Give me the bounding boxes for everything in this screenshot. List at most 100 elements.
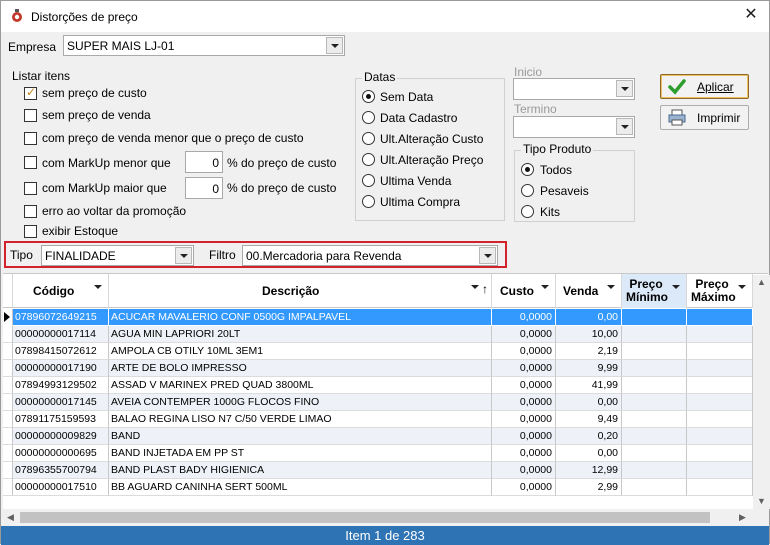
row-indicator [3,445,13,462]
radio-ult-alteracao-custo[interactable] [362,132,375,145]
chevron-down-icon[interactable] [479,247,496,264]
radio-todos-label: Todos [540,163,573,177]
col-venda-header[interactable]: Venda [556,274,622,308]
radio-selected-icon [366,94,371,99]
chevron-down-icon[interactable] [616,118,633,135]
col-descricao-label: Descrição [262,284,320,298]
markup-maior-value: 0 [212,182,219,196]
cell-preco-maximo [687,377,753,394]
cell-preco-maximo [687,479,753,496]
markup-maior-input[interactable]: 0 [185,177,223,199]
row-indicator [3,411,13,428]
cell-venda: 2,99 [556,479,622,496]
col-codigo-header[interactable]: Código [13,274,109,308]
termino-date-picker[interactable] [513,116,635,138]
radio-data-cadastro[interactable] [362,111,375,124]
sem-preco-venda-checkbox[interactable] [24,109,37,122]
exibir-estoque-checkbox[interactable] [24,225,37,238]
col-custo-header[interactable]: Custo [492,274,556,308]
cell-custo: 0,0000 [492,326,556,343]
radio-todos[interactable] [521,163,534,176]
close-button[interactable]: ✕ [741,6,761,26]
check-icon [668,79,686,95]
radio-ult-alteracao-preco[interactable] [362,153,375,166]
horizontal-scrollbar[interactable]: ◀ ▶ [3,509,753,526]
inicio-date-picker[interactable] [513,78,635,100]
chevron-down-icon[interactable] [616,80,633,97]
col-preco-minimo-label: Preço Mínimo [626,278,668,304]
radio-sem-data[interactable] [362,90,375,103]
cell-custo: 0,0000 [492,479,556,496]
scroll-down-icon[interactable]: ▼ [757,496,766,506]
cell-codigo: 00000000017510 [13,479,109,496]
venda-menor-custo-checkbox[interactable] [24,132,37,145]
cell-custo: 0,0000 [492,309,556,326]
radio-sem-data-label: Sem Data [380,90,434,104]
col-preco-maximo-header[interactable]: Preço Máximo [687,274,753,308]
markup-menor-input[interactable]: 0 [185,151,223,173]
markup-menor-checkbox[interactable] [24,156,37,169]
tipo-value: FINALIDADE [45,249,116,263]
chevron-down-icon[interactable] [175,247,192,264]
cell-custo: 0,0000 [492,428,556,445]
col-preco-maximo-label: Preço Máximo [691,278,736,304]
cell-venda: 10,00 [556,326,622,343]
radio-ultima-compra[interactable] [362,195,375,208]
table-row[interactable]: 00000000017510 BB AGUARD CANINHA SERT 500… [3,479,768,496]
vertical-scrollbar[interactable]: ▲ ▼ [753,275,770,509]
cell-descricao: BALAO REGINA LISO N7 C/50 VERDE LIMAO [109,411,492,428]
empresa-select[interactable]: SUPER MAIS LJ-01 [63,35,345,56]
table-row[interactable]: 00000000009829 BAND 0,0000 0,20 [3,428,768,445]
row-indicator [3,343,13,360]
imprimir-button[interactable]: Imprimir [660,105,749,130]
filtro-value: 00.Mercadoria para Revenda [246,249,402,263]
col-preco-minimo-header[interactable]: Preço Mínimo [622,274,687,308]
scroll-up-icon[interactable]: ▲ [757,277,766,287]
sem-preco-custo-checkbox[interactable]: ✓ [24,85,37,100]
horizontal-scroll-thumb[interactable] [20,512,710,523]
radio-kits[interactable] [521,205,534,218]
scroll-left-icon[interactable]: ◀ [7,512,14,523]
tipo-select[interactable]: FINALIDADE [41,245,194,266]
radio-pesaveis[interactable] [521,184,534,197]
filtro-select[interactable]: 00.Mercadoria para Revenda [242,245,498,266]
table-row[interactable]: 07898415072612 AMPOLA CB OTILY 10ML 3EM1 0… [3,343,768,360]
datas-title: Datas [362,70,398,84]
row-indicator [3,428,13,445]
table-row[interactable]: 07891175159593 BALAO REGINA LISO N7 C/50 … [3,411,768,428]
sort-arrow-icon [672,285,680,303]
erro-promocao-label: erro ao voltar da promoção [42,204,187,218]
cell-preco-minimo [622,309,687,326]
col-descricao-header[interactable]: Descrição ↑ [109,274,492,308]
cell-venda: 9,49 [556,411,622,428]
radio-ultima-venda[interactable] [362,174,375,187]
markup-maior-checkbox[interactable] [24,182,37,195]
sem-preco-custo-label: sem preço de custo [42,86,147,100]
chevron-down-icon[interactable] [326,37,343,54]
cell-codigo: 07894993129502 [13,377,109,394]
table-row[interactable]: 07896072649215 ACUCAR MAVALERIO CONF 0500… [3,309,768,326]
table-row[interactable]: 00000000017114 AGUA MIN LAPRIORI 20LT 0,00… [3,326,768,343]
cell-venda: 41,99 [556,377,622,394]
cell-preco-minimo [622,462,687,479]
scroll-right-icon[interactable]: ▶ [739,512,746,523]
sort-arrow-icon [607,285,615,303]
cell-custo: 0,0000 [492,360,556,377]
cell-venda: 0,00 [556,445,622,462]
table-row[interactable]: 00000000017145 AVEIA CONTEMPER 1000G FLOC… [3,394,768,411]
cell-custo: 0,0000 [492,377,556,394]
table-row[interactable]: 00000000017190 ARTE DE BOLO IMPRESSO 0,000… [3,360,768,377]
erro-promocao-checkbox[interactable] [24,205,37,218]
cell-codigo: 07896072649215 [13,309,109,326]
table-row[interactable]: 00000000000695 BAND INJETADA EM PP ST 0,00… [3,445,768,462]
radio-ult-alteracao-preco-label: Ult.Alteração Preço [380,153,484,167]
table-row[interactable]: 07896355700794 BAND PLAST BADY HIGIENICA 0… [3,462,768,479]
aplicar-button[interactable]: Aplicar [660,74,749,99]
table-row[interactable]: 07894993129502 ASSAD V MARINEX PRED QUAD … [3,377,768,394]
empresa-value: SUPER MAIS LJ-01 [67,39,175,53]
distorcoes-window: Distorções de preço ✕ Empresa SUPER MAIS… [0,0,770,545]
markup-maior-suffix: % do preço de custo [227,181,337,195]
radio-ult-alteracao-custo-label: Ult.Alteração Custo [380,132,484,146]
grid-rows: 07896072649215 ACUCAR MAVALERIO CONF 0500… [3,309,768,496]
check-icon: ✓ [26,85,37,99]
